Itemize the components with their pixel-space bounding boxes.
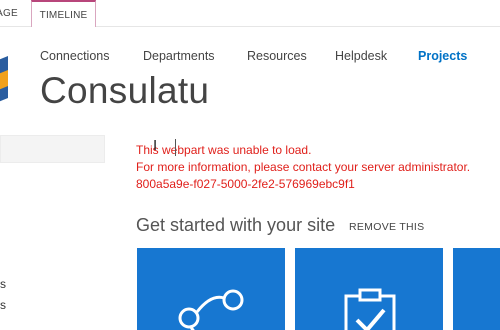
nav-item-projects[interactable]: Projects — [418, 49, 467, 63]
share-site-tile[interactable] — [137, 248, 285, 330]
tab-timeline[interactable]: TIMELINE — [31, 0, 96, 27]
nav-item-helpdesk[interactable]: Helpdesk — [335, 49, 387, 63]
get-started-heading: Get started with your site — [136, 215, 336, 235]
text-caret — [175, 139, 176, 156]
nav-item-resources[interactable]: Resources — [247, 49, 307, 63]
clipboard-check-icon — [344, 288, 396, 330]
add-lists-tile[interactable] — [453, 248, 500, 330]
working-on-deadline-tile[interactable] — [295, 248, 443, 330]
error-line-1: This webpart was unable to load. — [136, 143, 312, 157]
error-line-2: For more information, please contact you… — [136, 160, 471, 174]
tab-page-label: PAGE — [0, 8, 18, 19]
share-icon — [178, 289, 244, 330]
quicklaunch-item-fragment[interactable]: s — [0, 298, 6, 312]
site-title[interactable]: Consulatu — [40, 70, 209, 112]
text-cursor-icon: I — [153, 137, 158, 154]
site-logo-icon[interactable] — [0, 56, 8, 106]
nav-item-departments[interactable]: Departments — [143, 49, 215, 63]
search-box[interactable] — [0, 135, 105, 163]
quicklaunch-item-fragment[interactable]: s — [0, 277, 6, 291]
ribbon-bar: PAGE TIMELINE — [0, 0, 500, 27]
nav-item-connections[interactable]: Connections — [40, 49, 110, 63]
remove-this-link[interactable]: REMOVE THIS — [349, 221, 424, 233]
tab-timeline-label: TIMELINE — [39, 10, 88, 21]
error-correlation-id: 800a5a9e-f027-5000-2fe2-576969ebc9f1 — [136, 177, 355, 191]
tab-page[interactable]: PAGE — [0, 0, 27, 27]
